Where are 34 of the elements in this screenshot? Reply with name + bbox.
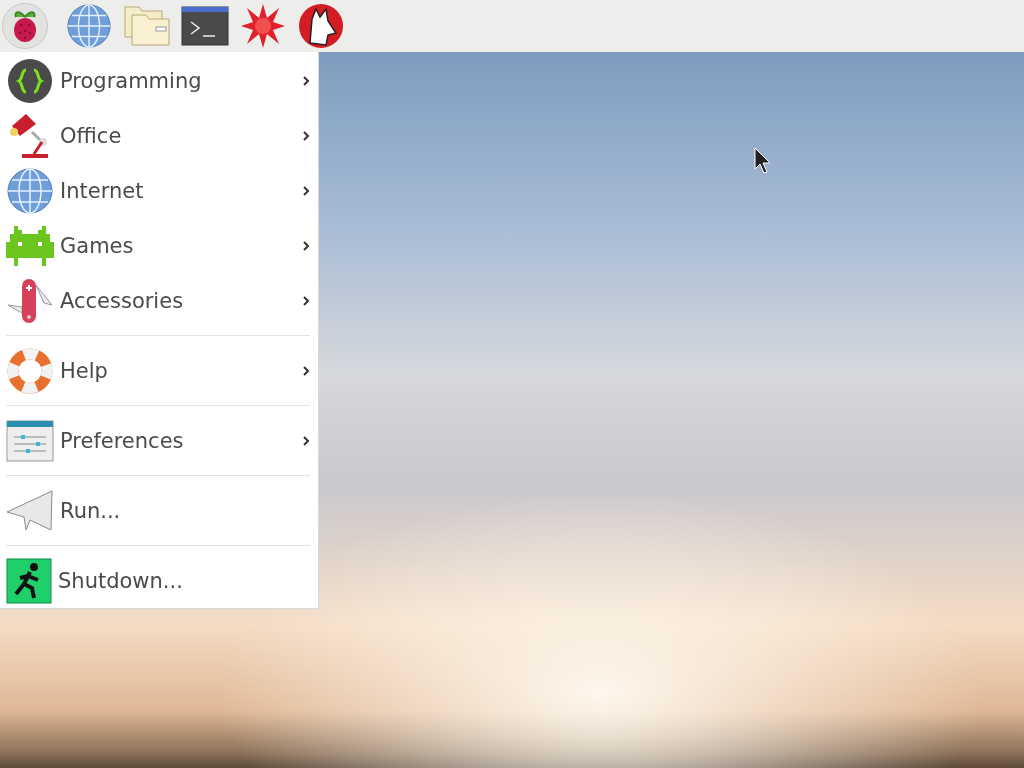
menu-item-label: Accessories bbox=[60, 288, 185, 313]
menu-item-label: Shutdown... bbox=[58, 568, 184, 593]
menu-item[interactable]: Internet bbox=[0, 163, 318, 218]
braces-icon bbox=[6, 56, 54, 105]
menu-item-label: Run... bbox=[60, 498, 122, 523]
paper-plane-icon bbox=[6, 489, 54, 532]
menu-item-label: Programming bbox=[60, 68, 203, 93]
globe-icon bbox=[66, 3, 112, 49]
menu-item[interactable]: Accessories bbox=[0, 273, 318, 328]
menu-item[interactable]: Preferences bbox=[0, 413, 318, 468]
space-invader-icon bbox=[6, 225, 54, 266]
folders-icon bbox=[123, 5, 171, 47]
menu-item-label: Internet bbox=[60, 178, 145, 203]
menu-item[interactable]: Games bbox=[0, 218, 318, 273]
menu-item[interactable]: Help bbox=[0, 343, 318, 398]
menu-button[interactable] bbox=[2, 3, 48, 49]
menu-item-label: Games bbox=[60, 233, 135, 258]
menu-item-label: Office bbox=[60, 123, 123, 148]
wolf-head-icon bbox=[298, 3, 344, 49]
mouse-pointer-icon bbox=[754, 147, 772, 175]
sliders-window-icon bbox=[6, 419, 54, 462]
globe-icon bbox=[6, 166, 54, 215]
menu-item-label: Help bbox=[60, 358, 109, 383]
spiky-star-icon bbox=[241, 4, 285, 48]
menu-item-label: Preferences bbox=[60, 428, 185, 453]
menu-item[interactable]: Office bbox=[0, 108, 318, 163]
pocket-knife-icon bbox=[6, 276, 54, 325]
launcher-button[interactable] bbox=[178, 3, 232, 49]
running-man-icon bbox=[6, 557, 52, 604]
terminal-icon bbox=[181, 6, 229, 46]
menu-item[interactable]: Programming bbox=[0, 53, 318, 108]
menu-item[interactable]: Shutdown... bbox=[0, 553, 318, 608]
lifebuoy-icon bbox=[6, 346, 54, 395]
menu-item[interactable]: Run... bbox=[0, 483, 318, 538]
